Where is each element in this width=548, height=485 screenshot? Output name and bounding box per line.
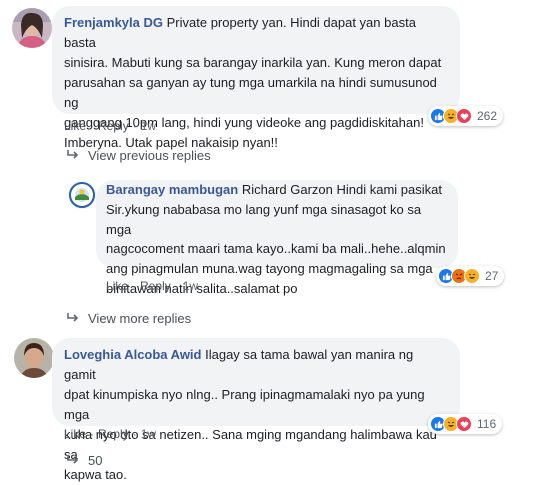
comment-author[interactable]: Barangay mambugan [106, 182, 238, 197]
comment-text: Loveghia Alcoba Awid Ilagay sa tama bawa… [64, 345, 448, 485]
comment-line: Richard Garzon Hindi kami pasikat [241, 182, 442, 197]
reply-arrow-icon [66, 453, 88, 471]
timestamp[interactable]: 1w [183, 279, 198, 293]
timestamp[interactable]: 1w [141, 119, 156, 133]
avatar-photo-icon [14, 338, 54, 378]
view-more-replies[interactable]: View more replies [66, 310, 191, 328]
view-previous-replies-label[interactable]: View previous replies [88, 148, 211, 163]
view-more-replies-label[interactable]: View more replies [88, 311, 191, 326]
reply-link[interactable]: Reply [98, 119, 129, 133]
comment-bubble: Loveghia Alcoba Awid Ilagay sa tama bawa… [52, 338, 460, 482]
like-link[interactable]: Like [106, 279, 128, 293]
comment-line: nagcocoment maari tama kayo..kami ba mal… [106, 241, 446, 257]
reply-bubble: Barangay mambugan Richard Garzon Hindi k… [96, 180, 458, 296]
reaction-summary[interactable]: 27 [436, 266, 505, 286]
reply-actions: Like · Reply · 1w [106, 279, 199, 293]
reaction-summary[interactable]: 262 [428, 106, 504, 126]
comment-line: dpat kinumpiska nyo nlng.. Prang ipinagm… [64, 387, 425, 422]
comment-author[interactable]: Frenjamkyla DG [64, 15, 163, 30]
comment-line: parusahan sa ganyan ay tung mga umarkila… [64, 75, 437, 110]
reply-link[interactable]: Reply [98, 427, 129, 441]
comment-author[interactable]: Loveghia Alcoba Awid [64, 347, 201, 362]
love-reaction-icon [456, 108, 472, 124]
reply-link[interactable]: Reply [140, 279, 171, 293]
comment-actions: Like · Reply · 1w [64, 427, 157, 441]
comment-line: ang pinagmulan muna.wag tayong magmagali… [106, 261, 433, 277]
avatar-loveghia[interactable] [14, 338, 54, 378]
love-reaction-icon [456, 416, 472, 432]
reaction-summary[interactable]: 116 [428, 414, 503, 434]
like-link[interactable]: Like [64, 119, 86, 133]
comment-bubble: Frenjamkyla DG Private property yan. Hin… [52, 6, 460, 150]
view-previous-replies[interactable]: View previous replies [66, 147, 211, 165]
comment-line: sinisira. Mabuti kung sa barangay inarki… [64, 55, 442, 70]
replies-count-label[interactable]: 50 [88, 453, 102, 468]
comment-actions: Like · Reply · 1w [64, 119, 157, 133]
avatar-barangay-mambugan[interactable] [68, 181, 96, 209]
reaction-count: 116 [477, 417, 497, 431]
haha-reaction-icon [464, 268, 480, 284]
avatar-frenjamkyla[interactable] [12, 8, 52, 48]
reaction-count: 262 [477, 109, 498, 123]
barangay-seal-icon [68, 181, 96, 209]
reply-arrow-icon [66, 148, 88, 166]
reaction-count: 27 [485, 269, 499, 283]
timestamp[interactable]: 1w [141, 427, 156, 441]
view-replies-partial[interactable]: 50 [66, 452, 102, 470]
avatar-photo-icon [12, 8, 52, 48]
like-link[interactable]: Like [64, 427, 86, 441]
reply-arrow-icon [66, 311, 88, 329]
comment-line: Sir.ykung nababasa mo lang yunf mga sina… [106, 201, 422, 237]
